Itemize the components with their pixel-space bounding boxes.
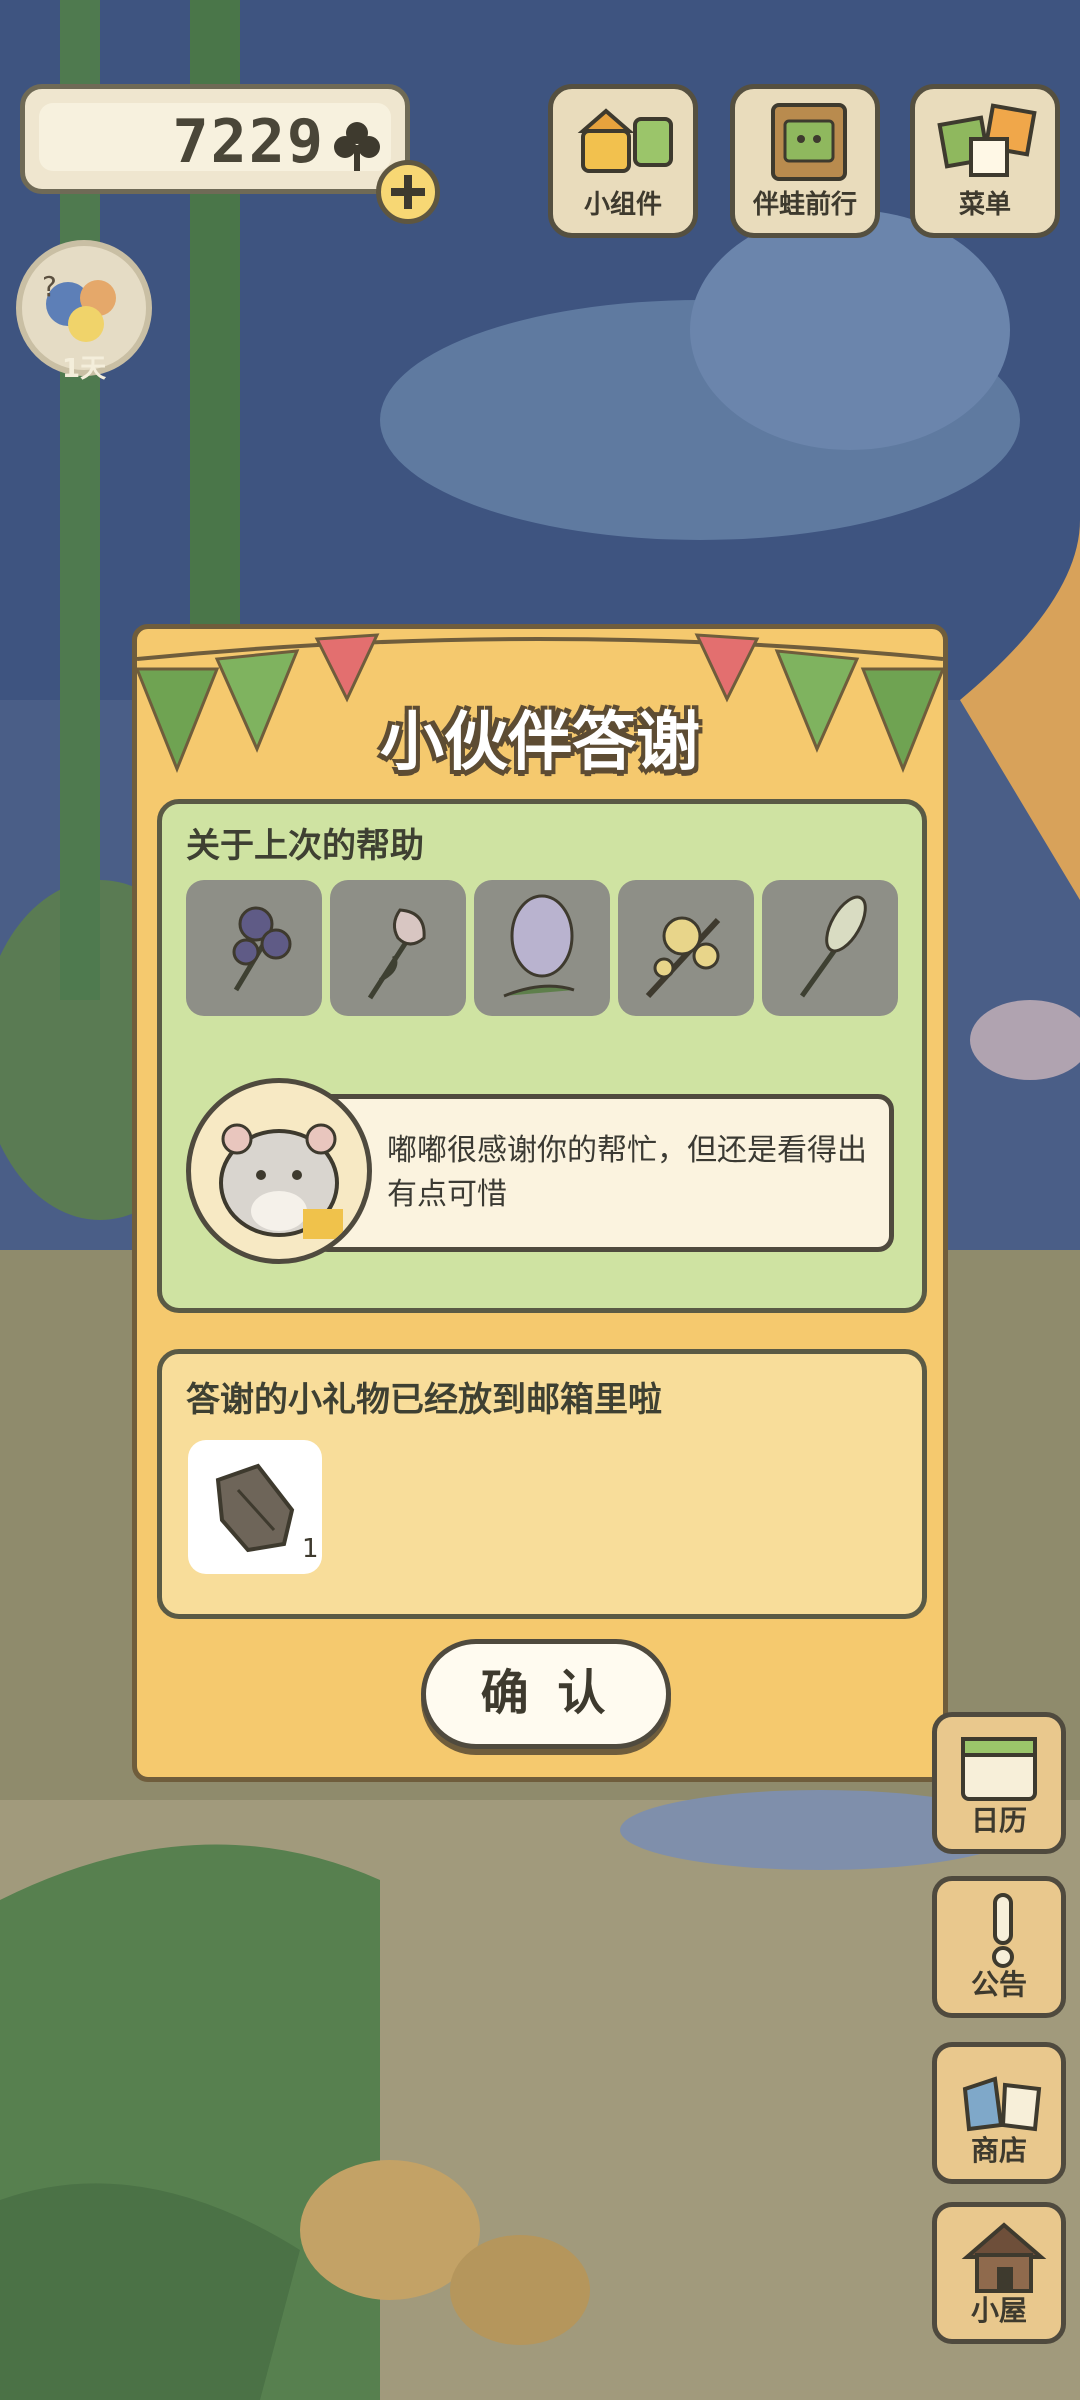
- journey-book-icon: [771, 103, 847, 181]
- confirm-button[interactable]: 确 认: [421, 1639, 671, 1749]
- flower-lilac[interactable]: [474, 880, 610, 1016]
- tulip-icon: [367, 908, 426, 1000]
- dialog-title: 小伙伴答谢: [380, 706, 700, 780]
- calendar-button[interactable]: 日历: [932, 1712, 1066, 1854]
- flower-hyacinth[interactable]: [762, 880, 898, 1016]
- camellia-icon: [645, 916, 721, 999]
- menu-button[interactable]: 菜单: [910, 84, 1060, 238]
- menu-cards-icon: [937, 103, 1037, 177]
- help-section-title: 关于上次的帮助: [186, 826, 424, 866]
- thanks-message: 嘟嘟很感谢你的帮忙，但还是看得出有点可惜: [387, 1133, 867, 1212]
- pansy-icon: [232, 906, 292, 992]
- message-bubble: 嘟嘟很感谢你的帮忙，但还是看得出有点可惜: [312, 1094, 894, 1252]
- gift-quantity: 1: [302, 1534, 319, 1564]
- journey-button[interactable]: 伴蛙前行: [730, 84, 880, 238]
- lilac-icon: [503, 894, 575, 998]
- widget-label: 小组件: [583, 190, 662, 220]
- calendar-label: 日历: [970, 1804, 1027, 1837]
- house-label: 小屋: [970, 2294, 1027, 2327]
- flower-camellia[interactable]: [618, 880, 754, 1016]
- journey-label: 伴蛙前行: [752, 190, 857, 220]
- hamster-avatar: [186, 1078, 372, 1264]
- widget-icon: [577, 108, 673, 173]
- help-panel: 关于上次的帮助 嘟嘟很感谢你的帮忙，但还是看得出有点可惜: [157, 799, 927, 1313]
- widget-button[interactable]: 小组件: [548, 84, 698, 238]
- plus-icon: [391, 175, 425, 209]
- house-icon: [961, 2222, 1047, 2293]
- notice-button[interactable]: 公告: [932, 1876, 1066, 2018]
- clover-counter: 7229: [20, 84, 410, 194]
- shop-label: 商店: [970, 2134, 1027, 2167]
- gift-panel: 答谢的小礼物已经放到邮箱里啦 1: [157, 1349, 927, 1619]
- notice-label: 公告: [970, 1968, 1027, 2001]
- house-button[interactable]: 小屋: [932, 2202, 1066, 2344]
- notice-icon: [992, 1893, 1014, 1968]
- flower-pansy[interactable]: [186, 880, 322, 1016]
- hyacinth-icon: [799, 895, 867, 998]
- clover-amount: 7229: [172, 107, 325, 177]
- menu-label: 菜单: [958, 190, 1011, 220]
- calendar-icon: [961, 1737, 1037, 1801]
- shop-bags-icon: [962, 2076, 1042, 2132]
- thanks-dialog: 小伙伴答谢 关于上次的帮助 嘟嘟很感谢你的帮忙，但还是看得出有点可惜 答谢的小礼…: [132, 624, 948, 1782]
- shop-button[interactable]: 商店: [932, 2042, 1066, 2184]
- add-clover-button[interactable]: [376, 160, 440, 224]
- gift-section-title: 答谢的小礼物已经放到邮箱里啦: [186, 1380, 662, 1420]
- clover-icon: [334, 122, 380, 171]
- svg-text:?: ?: [42, 270, 57, 303]
- hamster-icon: [219, 1123, 343, 1239]
- visitor-days-label: 1天: [62, 354, 107, 384]
- flower-tulip[interactable]: [330, 880, 466, 1016]
